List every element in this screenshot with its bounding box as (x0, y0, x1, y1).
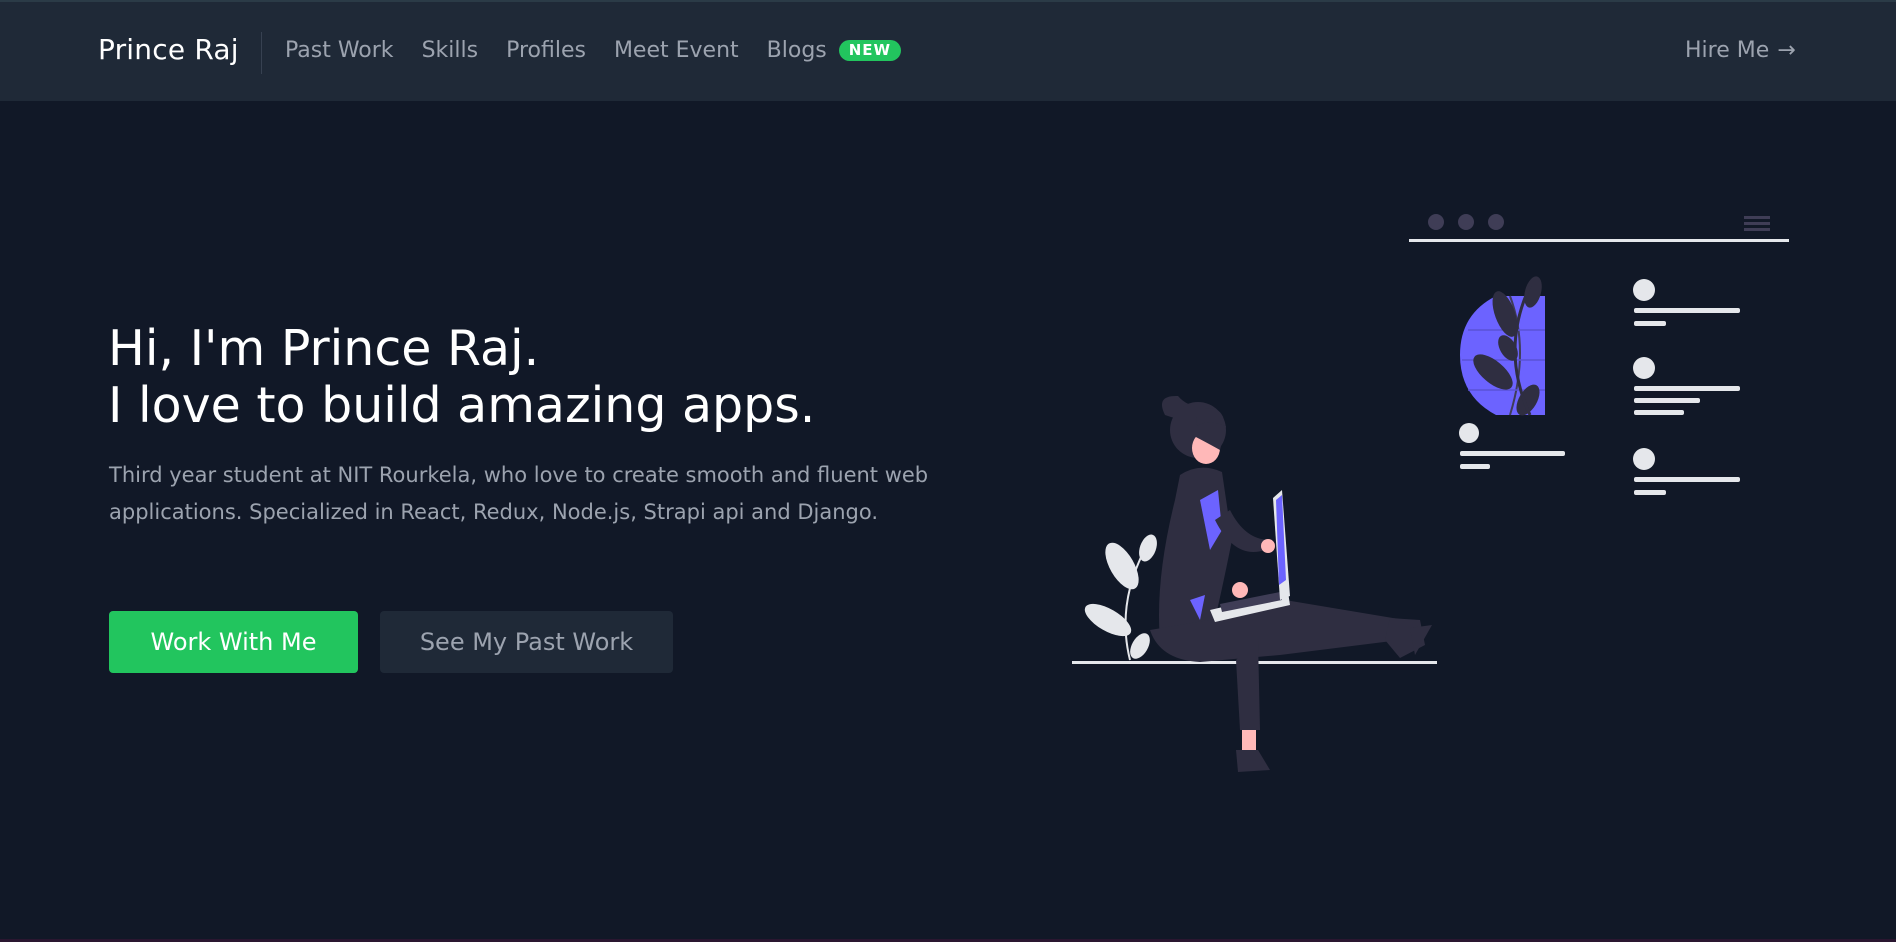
main-nav: Past Work Skills Profiles Meet Event Blo… (285, 38, 902, 63)
arrow-right-icon: → (1777, 38, 1796, 63)
brand-logo[interactable]: Prince Raj (98, 33, 239, 66)
woman-with-laptop-graphic (1150, 395, 1432, 772)
work-with-me-button[interactable]: Work With Me (109, 611, 358, 673)
plant-graphic (1084, 534, 1157, 661)
hero-title: Hi, I'm Prince Raj. I love to build amaz… (108, 320, 815, 434)
nav-item-past-work[interactable]: Past Work (285, 38, 394, 63)
nav-item-profiles[interactable]: Profiles (506, 38, 586, 63)
new-badge: NEW (838, 40, 902, 61)
nav-item-skills[interactable]: Skills (422, 38, 479, 63)
nav-item-meet-event[interactable]: Meet Event (614, 38, 739, 63)
brand-divider (261, 32, 262, 74)
hero-title-line-2: I love to build amazing apps. (108, 377, 816, 434)
navbar: Prince Raj Past Work Skills Profiles Mee… (0, 2, 1896, 101)
hero-title-line-1: Hi, I'm Prince Raj. (108, 320, 540, 377)
hero-description: Third year student at NIT Rourkela, who … (109, 463, 929, 524)
hero-illustration (1072, 214, 1789, 772)
hire-me-label: Hire Me (1685, 38, 1770, 63)
hire-me-link[interactable]: Hire Me → (1685, 38, 1796, 63)
nav-item-blogs[interactable]: Blogs (767, 38, 827, 63)
see-past-work-button[interactable]: See My Past Work (380, 611, 673, 673)
browser-window-graphic (1409, 214, 1789, 495)
